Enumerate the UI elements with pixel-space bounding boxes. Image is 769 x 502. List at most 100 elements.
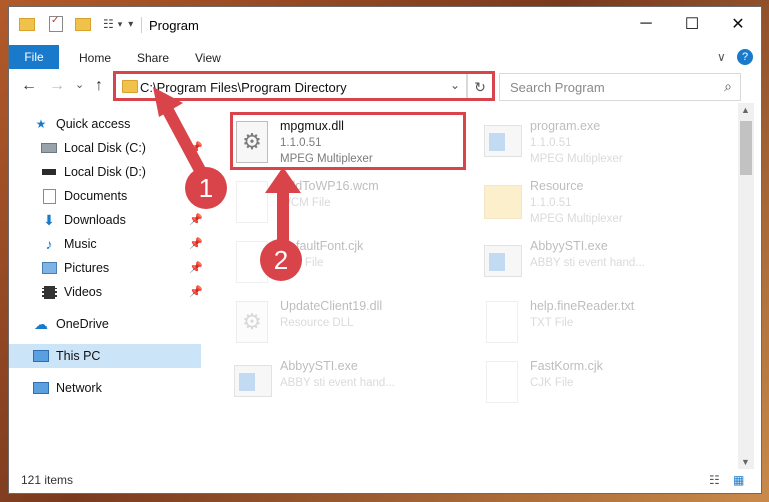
exe-file-icon [482,239,522,285]
sidebar-item-label: Network [56,381,102,395]
scroll-down-icon[interactable]: ▼ [741,457,750,467]
quick-access-toolbar: ✓ ☷ ▾ ▾ [19,15,133,33]
minimize-button[interactable]: ─ [623,7,669,41]
file-version: 1.1.0.51 [530,137,572,149]
sidebar-item-downloads[interactable]: ⬇ Downloads [41,209,126,231]
file-item-help-finereader-txt[interactable]: help.fineReader.txt TXT File [482,297,702,349]
file-type: CJK File [530,377,574,389]
sidebar-item-label: Local Disk (C:) [64,141,146,155]
step-1-badge: 1 [185,167,227,209]
item-count: 121 items [21,473,74,487]
drive-icon [41,165,57,179]
step-2-badge: 2 [260,239,302,281]
pin-icon[interactable]: 📌 [189,261,203,274]
sidebar-item-label: Music [64,237,97,251]
large-icons-view-icon[interactable]: ▦ [733,473,744,487]
dll-file-icon: ⚙ [232,299,270,345]
help-icon[interactable]: ? [737,49,753,65]
pictures-icon [41,261,57,275]
file-version: 1.1.0.51 [530,197,572,209]
file-item-abbyysti-exe[interactable]: AbbyySTI.exe ABBY sti event hand... [482,237,702,289]
customize-toolbar-icon[interactable]: ▾ [128,19,133,30]
file-name: Resource [530,179,584,193]
sidebar-item-label: Quick access [56,117,131,131]
sidebar-item-label: Pictures [64,261,110,275]
tab-file[interactable]: File [9,45,59,69]
sidebar-item-this-pc[interactable]: This PC [33,345,100,367]
network-icon [33,381,49,395]
tab-home[interactable]: Home [79,51,111,65]
sidebar-item-label: Videos [64,285,102,299]
back-button[interactable]: ← [21,77,37,95]
search-placeholder: Search Program [510,80,605,95]
file-item-updateclient19-dll[interactable]: ⚙ UpdateClient19.dll Resource DLL [232,297,452,349]
videos-icon [41,285,57,299]
sidebar-item-label: Downloads [64,213,126,227]
sidebar-item-local-disk-d[interactable]: Local Disk (D:) [41,161,146,183]
ribbon: File Home Share View ∨ ? [9,41,761,70]
status-bar: 121 items ☷ ▦ [9,469,761,493]
explorer-window: ✓ ☷ ▾ ▾ Program ─ ☐ ✕ File Home Share Vi… [8,6,762,494]
up-button[interactable]: ↑ [95,77,103,95]
sidebar-item-label: Local Disk (D:) [64,165,146,179]
file-name: help.fineReader.txt [530,299,635,313]
chevron-down-icon[interactable]: ▾ [118,19,123,30]
sidebar-item-documents[interactable]: Documents [41,185,127,207]
drive-icon [41,141,57,155]
cloud-icon: ☁ [34,315,48,332]
tab-view[interactable]: View [195,51,221,65]
pin-icon[interactable]: 📌 [189,237,203,250]
file-type: Resource DLL [280,317,354,329]
scroll-up-icon[interactable]: ▲ [741,105,750,115]
scrollbar-thumb[interactable] [740,121,752,175]
sidebar-item-pictures[interactable]: Pictures [41,257,109,279]
search-icon[interactable]: ⌕ [724,78,732,95]
vertical-scrollbar[interactable]: ▲ ▼ [738,103,754,469]
sidebar-item-local-disk-c[interactable]: Local Disk (C:) [41,137,146,159]
file-name: UpdateClient19.dll [280,299,383,313]
title-separator [141,17,142,33]
sidebar-item-videos[interactable]: Videos [41,281,102,303]
star-icon: ★ [35,117,47,131]
file-item-program-exe[interactable]: program.exe 1.1.0.51 MPEG Multiplexer [482,117,702,169]
details-view-icon[interactable]: ☷ [709,473,720,487]
sidebar-item-music[interactable]: ♪ Music [41,233,97,255]
file-item-resource[interactable]: Resource 1.1.0.51 MPEG Multiplexer [482,177,702,229]
folder-icon [482,179,522,225]
maximize-button[interactable]: ☐ [669,7,715,41]
exe-file-icon [482,119,522,165]
music-icon: ♪ [45,236,53,252]
document-file-icon [482,299,520,345]
recent-locations-button[interactable]: ⌄ [75,78,84,91]
file-name: AbbyySTI.exe [530,239,608,253]
download-icon: ⬇ [43,211,55,228]
file-name: program.exe [530,119,601,133]
sidebar-item-network[interactable]: Network [33,377,102,399]
view-options-icon[interactable]: ☷ [103,17,114,31]
properties-icon[interactable]: ✓ [49,15,63,32]
close-button[interactable]: ✕ [715,7,761,41]
file-description: MPEG Multiplexer [530,213,623,225]
title-bar: ✓ ☷ ▾ ▾ Program ─ ☐ ✕ [9,7,761,41]
file-type: TXT File [530,317,574,329]
sidebar-item-onedrive[interactable]: ☁ OneDrive [33,313,109,335]
sidebar-item-label: This PC [56,349,101,363]
file-item-fastkorm-cjk[interactable]: FastKorm.cjk CJK File [482,357,702,409]
sidebar-item-label: OneDrive [56,317,109,331]
file-name: FastKorm.cjk [530,359,603,373]
exe-file-icon [232,359,272,405]
tab-share[interactable]: Share [137,51,169,65]
forward-button[interactable]: → [49,77,65,95]
sidebar-item-label: Documents [64,189,128,203]
pin-icon[interactable]: 📌 [189,285,203,298]
navigation-bar: ← → ⌄ ↑ C:\Program Files\Program Directo… [9,69,761,103]
sidebar-item-quick-access[interactable]: ★ Quick access [33,113,131,135]
file-description: ABBY sti event hand... [280,377,395,389]
window-title: Program [149,18,199,33]
search-input[interactable]: Search Program ⌕ [499,73,741,101]
collapse-ribbon-icon[interactable]: ∨ [717,50,726,64]
new-folder-icon[interactable] [75,17,91,31]
pin-icon[interactable]: 📌 [189,213,203,226]
folder-icon[interactable] [19,17,35,31]
file-item-abbyysti-exe[interactable]: AbbyySTI.exe ABBY sti event hand... [232,357,452,409]
